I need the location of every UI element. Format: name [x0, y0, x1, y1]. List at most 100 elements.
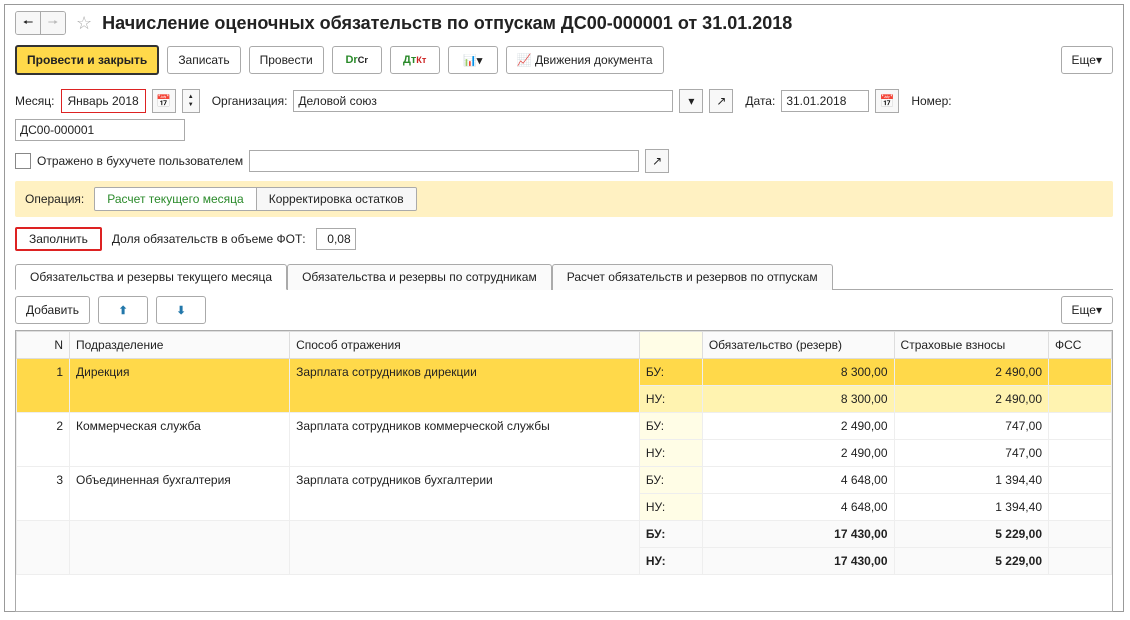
more-label: Еще — [1072, 53, 1096, 67]
operation-label: Операция: — [25, 192, 84, 206]
tab-calculation[interactable]: Расчет обязательств и резервов по отпуск… — [552, 264, 833, 290]
tab-by-employees[interactable]: Обязательства и резервы по сотрудникам — [287, 264, 552, 290]
org-value: Деловой союз — [298, 94, 376, 108]
header-row-1: Месяц: Январь 2018 📅 ▲▼ Организация: Дел… — [5, 85, 1123, 145]
share-input[interactable]: 0,08 — [316, 228, 356, 250]
date-label: Дата: — [745, 94, 775, 108]
fill-row: Заполнить Доля обязательств в объеме ФОТ… — [5, 221, 1123, 257]
reflected-open-button[interactable]: ↗ — [645, 149, 669, 173]
grid-toolbar: Добавить ⬆ ⬇ Еще ▾ — [5, 290, 1123, 330]
more-button[interactable]: Еще ▾ — [1061, 46, 1113, 74]
grid[interactable]: N Подразделение Способ отражения Обязате… — [15, 330, 1113, 612]
date-calendar-icon[interactable]: 📅 — [875, 89, 899, 113]
col-method[interactable]: Способ отражения — [290, 332, 640, 359]
document-window: 🠔 🠖 ☆ Начисление оценочных обязательств … — [4, 4, 1124, 612]
cell-bu: НУ: — [639, 386, 702, 413]
col-ins[interactable]: Страховые взносы — [894, 332, 1048, 359]
operation-correction[interactable]: Корректировка остатков — [257, 188, 416, 210]
cell-bu: БУ: — [639, 467, 702, 494]
number-input[interactable]: ДС00-000001 — [15, 119, 185, 141]
movements-button[interactable]: 📈 Движения документа — [506, 46, 664, 74]
operation-segments: Расчет текущего месяца Корректировка ост… — [94, 187, 416, 211]
movements-label: Движения документа — [535, 53, 653, 67]
cell-reserve: 8 300,00 — [702, 386, 894, 413]
operation-current-month[interactable]: Расчет текущего месяца — [95, 188, 256, 210]
forward-button[interactable]: 🠖 — [41, 12, 65, 34]
col-dept[interactable]: Подразделение — [70, 332, 290, 359]
table-row[interactable]: 3Объединенная бухгалтерияЗарплата сотруд… — [17, 467, 1112, 494]
col-n[interactable]: N — [17, 332, 70, 359]
number-label: Номер: — [911, 94, 951, 108]
cell-bu: НУ: — [639, 494, 702, 521]
cell-bu: БУ: — [639, 413, 702, 440]
cell-fss — [1049, 359, 1112, 386]
share-value: 0,08 — [327, 232, 350, 246]
post-and-close-button[interactable]: Провести и закрыть — [15, 45, 159, 75]
cell-bu: БУ: — [639, 359, 702, 386]
cell-reserve: 4 648,00 — [702, 467, 894, 494]
number-value: ДС00-000001 — [20, 123, 94, 137]
date-input[interactable]: 31.01.2018 — [781, 90, 869, 112]
cell-ins: 2 490,00 — [894, 386, 1048, 413]
cell-ins: 2 490,00 — [894, 359, 1048, 386]
dtkt-kt-button[interactable]: ДтКт — [390, 46, 440, 74]
reflected-checkbox[interactable] — [15, 153, 31, 169]
add-row-button[interactable]: Добавить — [15, 296, 90, 324]
cell-n: 1 — [17, 359, 70, 413]
cell-n: 2 — [17, 413, 70, 467]
cell-bu: НУ: — [639, 440, 702, 467]
operation-row: Операция: Расчет текущего месяца Коррект… — [15, 181, 1113, 217]
org-dropdown-button[interactable]: ▾ — [679, 89, 703, 113]
grid-more-label: Еще — [1072, 303, 1096, 317]
main-toolbar: Провести и закрыть Записать Провести DrC… — [5, 41, 1123, 85]
org-open-button[interactable]: ↗ — [709, 89, 733, 113]
move-up-button[interactable]: ⬆ — [98, 296, 148, 324]
cell-reserve: 2 490,00 — [702, 413, 894, 440]
org-input[interactable]: Деловой союз — [293, 90, 673, 112]
month-spinner[interactable]: ▲▼ — [182, 89, 200, 113]
grid-table: N Подразделение Способ отражения Обязате… — [16, 331, 1112, 575]
cell-reserve: 8 300,00 — [702, 359, 894, 386]
total-row: БУ:17 430,005 229,00 — [17, 521, 1112, 548]
cell-ins: 747,00 — [894, 413, 1048, 440]
favorite-icon[interactable]: ☆ — [76, 13, 92, 34]
month-label: Месяц: — [15, 94, 55, 108]
post-button[interactable]: Провести — [249, 46, 324, 74]
col-fss[interactable]: ФСС — [1049, 332, 1112, 359]
org-label: Организация: — [212, 94, 288, 108]
cell-fss — [1049, 440, 1112, 467]
move-down-button[interactable]: ⬇ — [156, 296, 206, 324]
cell-fss — [1049, 386, 1112, 413]
fill-button[interactable]: Заполнить — [15, 227, 102, 251]
header-row-2: Отражено в бухучете пользователем ↗ — [5, 145, 1123, 177]
tabs: Обязательства и резервы текущего месяца … — [15, 263, 1113, 290]
grid-more-button[interactable]: Еще ▾ — [1061, 296, 1113, 324]
reports-button[interactable]: 📊▾ — [448, 46, 498, 74]
cell-n: 3 — [17, 467, 70, 521]
back-button[interactable]: 🠔 — [16, 12, 41, 34]
month-value: Январь 2018 — [68, 94, 139, 108]
cell-ins: 1 394,40 — [894, 467, 1048, 494]
col-bu[interactable] — [639, 332, 702, 359]
cell-dept: Коммерческая служба — [70, 413, 290, 467]
reflected-input[interactable] — [249, 150, 639, 172]
cell-method: Зарплата сотрудников бухгалтерии — [290, 467, 640, 521]
month-calendar-icon[interactable]: 📅 — [152, 89, 176, 113]
tab-current-month[interactable]: Обязательства и резервы текущего месяца — [15, 264, 287, 290]
table-row[interactable]: 2Коммерческая службаЗарплата сотрудников… — [17, 413, 1112, 440]
share-label: Доля обязательств в объеме ФОТ: — [112, 232, 306, 246]
month-input[interactable]: Январь 2018 — [61, 89, 146, 113]
cell-reserve: 2 490,00 — [702, 440, 894, 467]
table-row[interactable]: 1ДирекцияЗарплата сотрудников дирекцииБУ… — [17, 359, 1112, 386]
cell-ins: 1 394,40 — [894, 494, 1048, 521]
cell-reserve: 4 648,00 — [702, 494, 894, 521]
titlebar: 🠔 🠖 ☆ Начисление оценочных обязательств … — [5, 5, 1123, 41]
reflected-label: Отражено в бухучете пользователем — [37, 154, 243, 168]
dtkt-dr-button[interactable]: DrCr — [332, 46, 382, 74]
document-title: Начисление оценочных обязательств по отп… — [102, 13, 792, 34]
save-button[interactable]: Записать — [167, 46, 240, 74]
cell-fss — [1049, 494, 1112, 521]
cell-fss — [1049, 413, 1112, 440]
col-reserve[interactable]: Обязательство (резерв) — [702, 332, 894, 359]
cell-ins: 747,00 — [894, 440, 1048, 467]
